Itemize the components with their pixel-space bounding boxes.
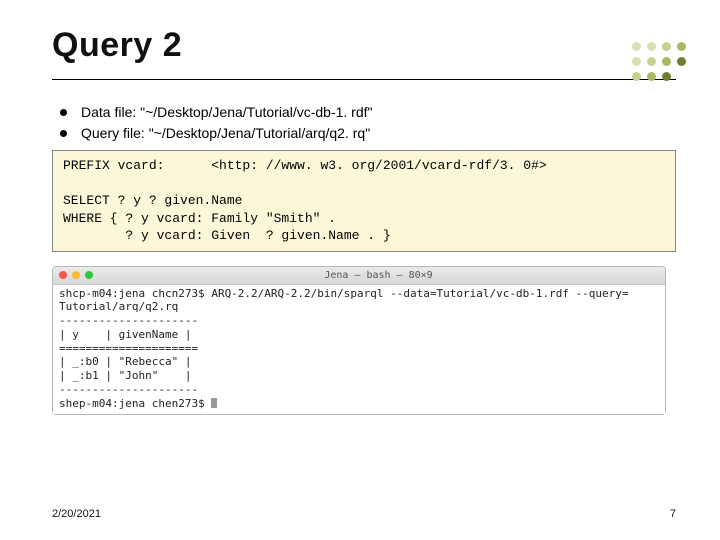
bullet-icon (60, 130, 67, 137)
title-underline (52, 79, 676, 80)
terminal-title: Jena — bash — 80×9 (98, 270, 659, 281)
bullet-list: Data file: "~/Desktop/Jena/Tutorial/vc-d… (52, 102, 676, 144)
minimize-icon (72, 271, 80, 279)
bullet-text: Query file: "~/Desktop/Jena/Tutorial/arq… (81, 123, 370, 144)
close-icon (59, 271, 67, 279)
slide-footer: 2/20/2021 7 (52, 508, 676, 520)
terminal-text: shcp-m04:jena chcn273$ ARQ-2.2/ARQ-2.2/b… (59, 287, 629, 410)
bullet-icon (60, 109, 67, 116)
slide-title: Query 2 (52, 26, 676, 65)
decorative-dots (632, 42, 686, 87)
bullet-data-file: Data file: "~/Desktop/Jena/Tutorial/vc-d… (60, 102, 676, 123)
zoom-icon (85, 271, 93, 279)
cursor-icon (211, 398, 217, 408)
sparql-code-block: PREFIX vcard: <http: //www. w3. org/2001… (52, 150, 676, 252)
terminal-window: Jena — bash — 80×9 shcp-m04:jena chcn273… (52, 266, 666, 416)
footer-date: 2/20/2021 (52, 508, 101, 520)
bullet-query-file: Query file: "~/Desktop/Jena/Tutorial/arq… (60, 123, 676, 144)
terminal-titlebar: Jena — bash — 80×9 (53, 267, 665, 285)
bullet-text: Data file: "~/Desktop/Jena/Tutorial/vc-d… (81, 102, 373, 123)
terminal-output: shcp-m04:jena chcn273$ ARQ-2.2/ARQ-2.2/b… (53, 285, 665, 415)
footer-page-number: 7 (670, 508, 676, 520)
